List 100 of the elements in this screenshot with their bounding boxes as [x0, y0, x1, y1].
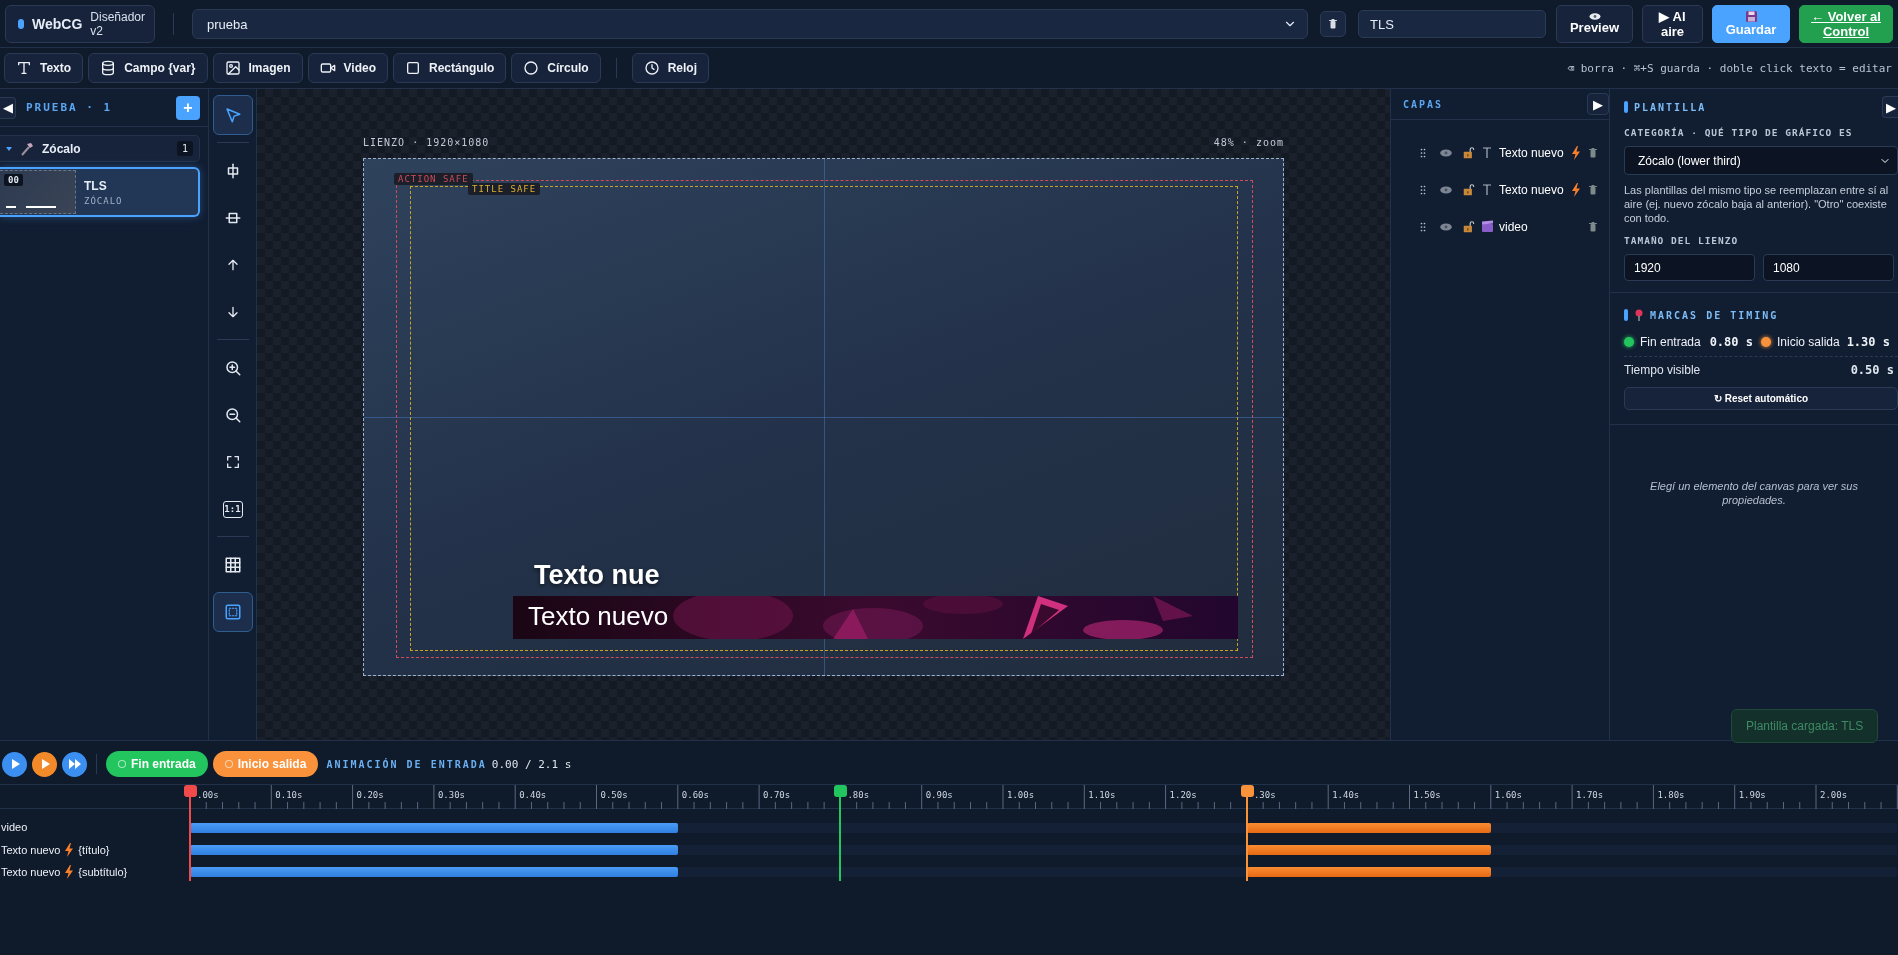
- ruler-label: 1.90s: [1738, 790, 1766, 800]
- play-exit-button[interactable]: [32, 751, 57, 777]
- marker-time: 1.30 s: [1846, 334, 1890, 349]
- canvas-label: LIENZO · 1920×1080: [363, 137, 490, 150]
- help-text: Las plantillas del mismo tipo se reemplazan entre sí al aire (ej. nuevo zócalo baja al anterior). "Otro" coexiste con todo.: [1624, 183, 1890, 225]
- fullscreen-icon: [224, 454, 241, 470]
- template-category: ZÓCALO: [84, 195, 123, 206]
- track-variable: {subtítulo}: [78, 866, 128, 878]
- clapperboard-icon: [1480, 220, 1494, 233]
- trash-icon: [1587, 146, 1599, 159]
- database-icon: [100, 60, 117, 76]
- ruler-label: 2.00s: [1820, 790, 1848, 800]
- group-name: Zócalo: [42, 141, 81, 156]
- template-name-field[interactable]: TLS: [1358, 10, 1546, 38]
- collapse-button[interactable]: ▶: [1882, 96, 1898, 118]
- animation-phase-label: ANIMACIÓN DE ENTRADA: [326, 758, 487, 770]
- image-icon: [224, 60, 241, 76]
- ruler-label: 0.70s: [763, 790, 791, 800]
- visible-time-label: Tiempo visible: [1624, 363, 1701, 377]
- pointer-icon: [223, 106, 242, 124]
- pin-icon: [1634, 309, 1644, 321]
- visible-time-value: 0.50 s: [1850, 363, 1894, 377]
- ruler-label: 0.10s: [275, 790, 303, 800]
- ruler-label: .30s: [1253, 790, 1276, 800]
- ruler-label: 1.10s: [1088, 790, 1116, 800]
- video-tool-button[interactable]: Video: [307, 53, 388, 83]
- image-tool-button[interactable]: Imagen: [212, 53, 303, 83]
- category-select[interactable]: Zócalo (lower third): [1624, 146, 1898, 175]
- layers-title: CAPAS: [1403, 98, 1444, 110]
- ruler-label: 1.60s: [1494, 790, 1522, 800]
- count-badge: 1: [176, 141, 193, 156]
- ruler-label: .00s: [197, 790, 219, 800]
- ruler-label: 1.70s: [1576, 790, 1604, 800]
- grid-icon: [223, 556, 242, 574]
- clock-tool-button[interactable]: Reloj: [631, 53, 709, 83]
- group-header[interactable]: Zócalo 1: [0, 135, 200, 162]
- fast-forward-icon: [67, 757, 82, 771]
- field-tool-button[interactable]: Campo {var}: [88, 53, 208, 83]
- circle-tool-button[interactable]: Círculo: [511, 53, 601, 83]
- collapse-button[interactable]: ▶: [1587, 93, 1609, 115]
- play-all-button[interactable]: [62, 751, 87, 777]
- panel-title: MARCAS DE TIMING: [1650, 309, 1779, 321]
- layer-name[interactable]: video: [1499, 219, 1567, 234]
- template-thumbnail: 00: [0, 170, 76, 214]
- collapse-button[interactable]: ◀: [0, 96, 16, 119]
- sidebar-title: PRUEBA · 1: [26, 101, 113, 114]
- toast-message: Plantilla cargada: TLS: [1731, 709, 1879, 743]
- square-icon: [405, 60, 421, 76]
- layer-name[interactable]: Texto nuevo: [1499, 145, 1567, 160]
- entrance-end-marker-handle[interactable]: [834, 785, 848, 797]
- ruler-label: 0.90s: [925, 790, 953, 800]
- eye-icon: [1588, 13, 1601, 20]
- template-card[interactable]: 00 TLS ZÓCALO: [0, 167, 200, 217]
- safe-area-icon: [223, 603, 242, 621]
- ruler-label: 1.80s: [1657, 790, 1685, 800]
- actual-tool-button[interactable]: 1:1: [212, 489, 253, 529]
- safe-tool-button[interactable]: [212, 592, 253, 632]
- play-entrance-button[interactable]: [2, 751, 27, 777]
- app-name: WebCG: [32, 16, 83, 32]
- ruler-label: 1.40s: [1332, 790, 1360, 800]
- clock-icon: [643, 60, 660, 76]
- type-icon: [16, 60, 32, 76]
- trash-icon: [1587, 183, 1599, 196]
- zoom-label: 48% · zoom: [1213, 137, 1284, 150]
- rect-tool-button[interactable]: Rectángulo: [393, 53, 507, 83]
- field-label: CATEGORÍA · QUÉ TIPO DE GRÁFICO ES: [1624, 127, 1854, 138]
- ruler-label: 0.30s: [437, 790, 465, 800]
- track-name: Texto nuevo: [1, 844, 61, 856]
- track-name: Texto nuevo: [1, 866, 61, 878]
- select-tool-button[interactable]: [212, 95, 253, 135]
- delete-button[interactable]: [1320, 11, 1346, 37]
- type-icon: [1482, 184, 1492, 195]
- project-select[interactable]: prueba: [192, 9, 1308, 39]
- ruler-label: 0.40s: [519, 790, 547, 800]
- exit-start-marker-handle[interactable]: [1240, 785, 1254, 797]
- ruler-label: 0.20s: [356, 790, 384, 800]
- layer-name[interactable]: Texto nuevo: [1499, 182, 1567, 197]
- track-variable: {título}: [78, 844, 110, 856]
- zoom-in-icon: [223, 359, 242, 377]
- ruler-label: 0.50s: [600, 790, 628, 800]
- preview-button[interactable]: Preview: [1556, 5, 1633, 43]
- band-text: Texto nuevo: [528, 601, 669, 632]
- actual-size-icon: 1:1: [222, 500, 243, 518]
- title-text: Texto nue: [534, 560, 660, 591]
- marker-label: Inicio salida: [1777, 334, 1840, 349]
- height-field[interactable]: 1080: [1763, 254, 1894, 281]
- playhead-handle[interactable]: [184, 785, 197, 797]
- template-name: TLS: [84, 178, 108, 193]
- marker-time: 0.80 s: [1709, 334, 1753, 349]
- lock-icon: [1461, 219, 1476, 234]
- video-camera-icon: [319, 60, 336, 76]
- reset-button[interactable]: ↻ Reset automático: [1624, 387, 1898, 410]
- width-field[interactable]: 1920: [1624, 254, 1755, 281]
- ruler-label: 1.00s: [1007, 790, 1035, 800]
- trash-icon: [1327, 18, 1339, 30]
- type-icon: [1482, 147, 1492, 158]
- ruler-label: 1.50s: [1413, 790, 1441, 800]
- track-name: video: [1, 821, 28, 833]
- text-tool-button[interactable]: Texto: [4, 53, 84, 83]
- air-button[interactable]: ▶ Al aire: [1642, 5, 1703, 43]
